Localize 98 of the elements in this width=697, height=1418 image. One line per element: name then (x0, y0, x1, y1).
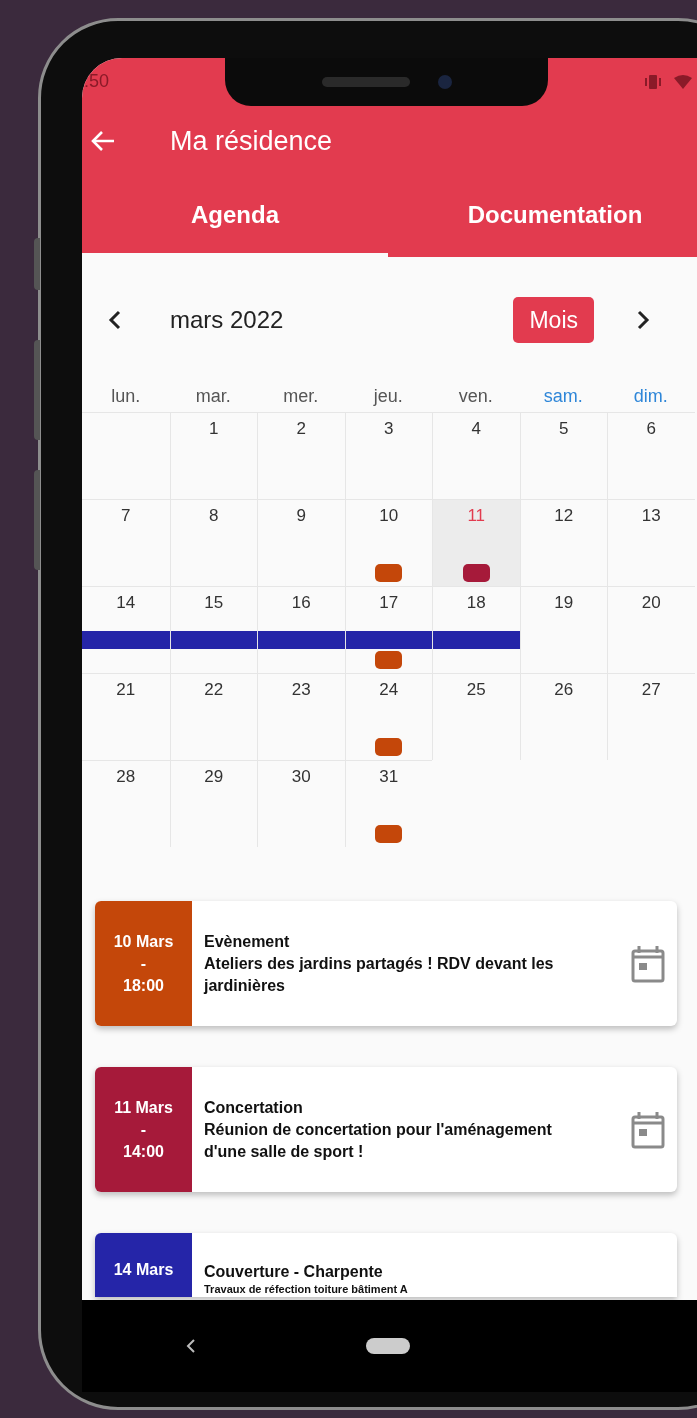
day-number: 25 (466, 680, 486, 700)
day-cell[interactable]: 27 (607, 673, 695, 760)
day-number: 4 (471, 419, 481, 439)
day-number: 9 (296, 506, 306, 526)
day-cell[interactable]: 28 (82, 760, 170, 847)
day-cell[interactable]: 18 (432, 586, 520, 673)
day-number: 26 (554, 680, 574, 700)
date-separator: - (140, 953, 147, 974)
calendar-icon (631, 944, 665, 983)
weekday-label: jeu. (372, 385, 404, 408)
weekday-label: mar. (194, 385, 232, 408)
day-number: 17 (379, 593, 399, 613)
day-cell[interactable]: 1 (169, 412, 257, 499)
weekday-label: dim. (632, 385, 669, 408)
day-number: 13 (641, 506, 661, 526)
day-number: 18 (466, 593, 486, 613)
day-number: 19 (554, 593, 574, 613)
wifi-icon (674, 74, 692, 89)
tab[interactable]: Agenda (82, 177, 388, 257)
day-cell[interactable]: 6 (607, 412, 695, 499)
weekday-label: mer. (282, 385, 320, 408)
day-number: 20 (641, 593, 661, 613)
day-cell[interactable]: 16 (257, 586, 345, 673)
day-cell[interactable]: 11 (432, 499, 520, 586)
day-number: 31 (379, 767, 399, 787)
day-number: 22 (204, 680, 224, 700)
day-cell[interactable]: 5 (519, 412, 607, 499)
day-number: 28 (116, 767, 136, 787)
day-cell[interactable]: 21 (82, 673, 170, 760)
day-cell[interactable]: 31 (344, 760, 432, 847)
event-card[interactable]: 11 Mars - 14:00 Concertation Réunion de concertation pour l'aménagement d'une salle de sport ! (95, 1067, 677, 1192)
day-number: 24 (379, 680, 399, 700)
weekday-label: lun. (110, 385, 142, 408)
day-cell[interactable]: 9 (257, 499, 345, 586)
month-view-button[interactable]: Mois (513, 296, 594, 344)
back-icon[interactable] (186, 1338, 196, 1354)
day-cell[interactable]: 30 (257, 760, 345, 847)
day-number: 5 (559, 419, 569, 439)
event-description: Ateliers des jardins partagés ! RDV devant les jardinières (204, 953, 555, 996)
day-number: 3 (384, 419, 394, 439)
day-number: 30 (291, 767, 311, 787)
event-title: Concertation (204, 1097, 304, 1118)
weekday-label: ven. (457, 385, 494, 408)
day-cell[interactable]: 12 (519, 499, 607, 586)
date-separator: - (140, 1119, 147, 1140)
day-number: 29 (204, 767, 224, 787)
day-number: 1 (209, 419, 219, 439)
day-cell[interactable]: 17 (344, 586, 432, 673)
day-number: 14 (116, 593, 136, 613)
weekday-label: sam. (542, 385, 584, 408)
event-description: Réunion de concertation pour l'aménagement d'une salle de sport ! (204, 1119, 553, 1162)
day-cell[interactable]: 20 (607, 586, 695, 673)
day-number: 8 (209, 506, 219, 526)
event-card[interactable]: 10 Mars - 18:00 Evènement Ateliers des jardins partagés ! RDV devant les jardinières (95, 901, 677, 1026)
next-month-icon[interactable] (636, 310, 650, 330)
event-title: Evènement (204, 931, 291, 952)
back-arrow-icon[interactable] (91, 130, 115, 152)
day-number: 10 (379, 506, 399, 526)
day-number: 23 (291, 680, 311, 700)
event-date: 10 Mars (113, 931, 174, 952)
day-cell[interactable]: 23 (257, 673, 345, 760)
day-number: 12 (554, 506, 574, 526)
event-date: 11 Mars (114, 1097, 173, 1118)
day-cell[interactable]: 13 (607, 499, 695, 586)
tab[interactable]: Documentation (388, 177, 697, 257)
event-description: Travaux de réfection toiture bâtiment A (204, 1283, 409, 1296)
day-cell[interactable]: 29 (169, 760, 257, 847)
calendar-icon (631, 1110, 665, 1149)
event-time: 18:00 (123, 975, 164, 996)
day-cell[interactable]: 3 (344, 412, 432, 499)
event-time: 14:00 (123, 1141, 164, 1162)
day-number: 21 (116, 680, 136, 700)
app-title: Ma résidence (170, 124, 333, 158)
day-number: 6 (646, 419, 656, 439)
day-cell[interactable]: 8 (169, 499, 257, 586)
day-cell[interactable]: 7 (82, 499, 170, 586)
day-number: 27 (641, 680, 661, 700)
day-cell[interactable]: 15 (169, 586, 257, 673)
day-cell[interactable]: 19 (519, 586, 607, 673)
day-cell[interactable]: 24 (344, 673, 432, 760)
day-number: 11 (467, 506, 486, 526)
status-time: :50 (83, 70, 110, 93)
previous-month-icon[interactable] (108, 310, 122, 330)
day-number: 2 (296, 419, 306, 439)
day-cell[interactable]: 2 (257, 412, 345, 499)
home-button[interactable] (366, 1338, 410, 1354)
day-number: 7 (121, 506, 131, 526)
day-cell[interactable]: 25 (432, 673, 520, 760)
event-date: 14 Mars (113, 1260, 174, 1280)
event-title: Couverture - Charpente (204, 1262, 384, 1282)
month-label: mars 2022 (170, 305, 284, 335)
day-cell[interactable]: 14 (82, 586, 170, 673)
day-number: 16 (291, 593, 311, 613)
day-cell[interactable]: 26 (519, 673, 607, 760)
day-cell[interactable]: 22 (169, 673, 257, 760)
day-number: 15 (204, 593, 224, 613)
vibrate-icon (644, 74, 662, 89)
event-card[interactable]: 14 Mars Couverture - Charpente Travaux de réfection toiture bâtiment A (95, 1233, 677, 1297)
